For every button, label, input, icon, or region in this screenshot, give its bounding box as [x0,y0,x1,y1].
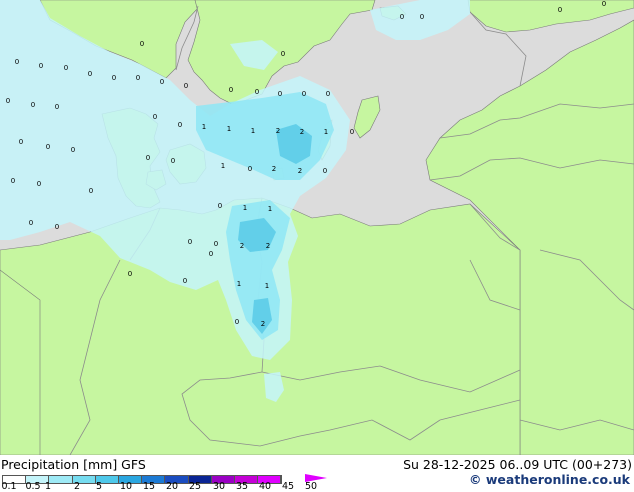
value-label: 0 [350,128,354,136]
value-label: 1 [202,123,206,131]
value-label: 0 [153,113,157,121]
legend-tick-label: 25 [188,481,202,492]
legend-tick-label: 10 [119,481,133,492]
value-label: 1 [237,280,241,288]
value-label: 0 [302,90,306,98]
legend-tick-label: 40 [258,481,272,492]
value-label: 0 [55,223,59,231]
value-label: 0 [602,0,606,8]
value-label: 0 [235,318,239,326]
date-time-label: Su 28-12-2025 06..09 UTC (00+273) [403,457,632,472]
value-label: 0 [15,58,19,66]
map-canvas: 0 0 0 0 0 0 0 0 0 0 0 0 0 0 0 0 0 0 0 0 … [0,0,634,455]
value-label: 0 [6,97,10,105]
value-label: 0 [218,202,222,210]
value-label: 0 [64,64,68,72]
value-label: 1 [243,204,247,212]
legend-tick-label: 5 [95,481,103,492]
legend-tick-label: 45 [281,481,295,492]
value-label: 0 [400,13,404,21]
legend-tick-label: 2 [73,481,81,492]
value-label: 0 [31,101,35,109]
value-label: 1 [265,282,269,290]
legend-tick-label: 0.5 [25,481,41,492]
map: 0 0 0 0 0 0 0 0 0 0 0 0 0 0 0 0 0 0 0 0 … [0,0,634,455]
value-label: 0 [11,177,15,185]
value-label: 2 [266,242,270,250]
value-label: 0 [248,165,252,173]
value-label: 0 [112,74,116,82]
value-label: 0 [209,250,213,258]
value-label: 0 [323,167,327,175]
value-label: 0 [89,187,93,195]
value-label: 0 [19,138,23,146]
legend-tick-label: 30 [212,481,226,492]
value-label: 0 [184,82,188,90]
value-label: 0 [29,219,33,227]
value-label: 2 [240,242,244,250]
chart-title: Precipitation [mm] GFS [1,457,146,472]
value-label: 0 [171,157,175,165]
value-label: 0 [37,180,41,188]
west-coast [0,269,41,455]
value-label: 1 [268,205,272,213]
value-label: 2 [272,165,276,173]
value-label: 0 [183,277,187,285]
value-label: 0 [188,238,192,246]
legend-tick-label: 20 [165,481,179,492]
value-label: 0 [39,62,43,70]
value-label: 0 [281,50,285,58]
value-label: 0 [214,240,218,248]
copyright-label: © weatheronline.co.uk [469,472,630,487]
value-label: 0 [558,6,562,14]
value-label: 0 [136,74,140,82]
value-label: 1 [324,128,328,136]
value-label: 2 [298,167,302,175]
value-label: 0 [128,270,132,278]
value-label: 2 [300,128,304,136]
value-label: 0 [88,70,92,78]
value-label: 0 [55,103,59,111]
value-label: 0 [255,88,259,96]
value-label: 0 [420,13,424,21]
legend-tick-label: 35 [235,481,249,492]
value-label: 2 [276,127,280,135]
value-label: 1 [221,162,225,170]
value-label: 2 [261,320,265,328]
value-label: 0 [178,121,182,129]
value-label: 0 [71,146,75,154]
legend-tick-label: 50 [304,481,318,492]
value-label: 0 [140,40,144,48]
legend-tick-label: 0.1 [1,481,17,492]
value-label: 1 [227,125,231,133]
value-label: 1 [251,127,255,135]
value-label: 0 [146,154,150,162]
value-label: 0 [229,86,233,94]
value-label: 0 [46,143,50,151]
value-label: 0 [278,90,282,98]
value-label: 0 [160,78,164,86]
legend-tick-label: 15 [142,481,156,492]
legend-tick-label: 1 [44,481,52,492]
value-label: 0 [326,90,330,98]
